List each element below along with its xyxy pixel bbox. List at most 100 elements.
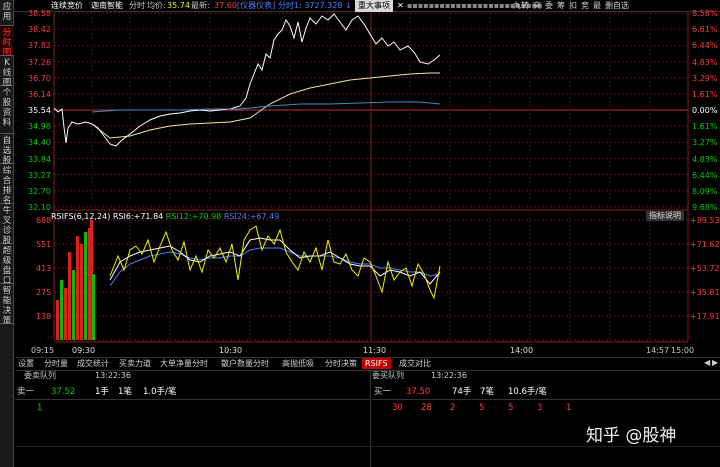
volume-tick-left: 413 (36, 264, 52, 273)
indicator-explain-button[interactable]: 指标说明 (646, 211, 684, 221)
queue-order: 3 (537, 403, 543, 413)
volume-bar (76, 236, 79, 340)
volume-tick-left: 138 (36, 312, 52, 321)
price-tick-left: 32.70 (28, 186, 51, 196)
queue-order: 1 (37, 403, 43, 413)
pct-tick-right: 3.29% (692, 73, 718, 83)
buy-one-label: 买一 (374, 387, 392, 397)
buy-one-row: 买一 37.50 74手 7笔 10.6手/笔 (372, 387, 720, 400)
pct-tick-right: 9.68% (692, 203, 718, 212)
bottom-tab-2[interactable]: 成交统计 (74, 358, 112, 369)
bottom-tab-0[interactable]: 设置 (15, 358, 37, 369)
rsi-tick-right: +35.81 (690, 288, 720, 297)
pct-tick-right: 4.83% (692, 57, 718, 67)
rsi12-line (109, 237, 441, 285)
queue-order: 5 (508, 403, 514, 413)
buy-queue-title[interactable]: 委买队列 (372, 370, 404, 382)
rsi6-label: RSI6: (112, 212, 134, 221)
pct-tick-right: 6.44% (692, 41, 718, 51)
volume-bar (68, 252, 71, 340)
volume-bar (92, 274, 95, 340)
rsi24-value: +67.49 (249, 212, 280, 221)
time-tick: 14:57 (646, 346, 670, 355)
pct-tick-right: 4.83% (692, 154, 718, 164)
bottom-tab-4[interactable]: 大单净量分时 (157, 358, 211, 369)
time-tick: 09:30 (72, 346, 96, 355)
pct-tick-right: 8.09% (692, 186, 718, 196)
price-tick-left: 34.98 (28, 122, 51, 132)
queue-panel (15, 370, 720, 467)
time-tick: 15:00 (671, 346, 695, 355)
queue-order: 28 (421, 403, 432, 413)
pct-tick-right: 3.27% (692, 138, 718, 148)
tab-scroll-right-icon[interactable]: ▶ (712, 357, 718, 368)
price-tick-left: 38.58 (28, 9, 51, 18)
average-price-line (91, 72, 440, 139)
volume-bar (72, 270, 75, 340)
pct-tick-right: 6.61% (692, 25, 718, 35)
queue-divider (370, 370, 371, 467)
price-tick-left: 36.14 (28, 89, 51, 99)
time-tick: 11:30 (363, 346, 387, 355)
rsi-tick-right: +17.91 (690, 312, 720, 321)
price-tick-left: 35.54 (28, 106, 51, 115)
indicator-name[interactable]: RSIFS(6,12,24) (51, 212, 110, 221)
volume-bar (84, 232, 87, 340)
price-tick-left: 33.27 (28, 170, 51, 180)
bottom-tab-1[interactable]: 分时量 (41, 358, 71, 369)
bottom-tab-9[interactable]: 成交对比 (396, 358, 434, 369)
sell-one-row: 卖一 37.52 1手 1笔 1.0手/笔 (15, 387, 370, 400)
volume-tick-left: 275 (36, 288, 52, 297)
tab-scroll-left-icon[interactable]: ◀ (704, 357, 710, 368)
queue-order: 2 (450, 403, 456, 413)
queue-order: 30 (392, 403, 403, 413)
buy-queue-list: 30 28 2 5 5 3 1 (372, 403, 720, 415)
chart-grid (53, 12, 689, 343)
sell-queue-title[interactable]: 委卖队列 (24, 370, 56, 382)
queue-footer-line (15, 446, 720, 447)
pct-tick-right: 0.00% (692, 106, 718, 115)
volume-bar (56, 300, 59, 340)
buy-one-orders: 7笔 (480, 387, 494, 397)
rsi6-value: +71.84 (133, 212, 164, 221)
rsi24-line (109, 247, 441, 287)
sell-one-label: 卖一 (17, 387, 35, 397)
volume-bars (56, 220, 95, 340)
buy-one-hands: 74手 (452, 387, 472, 397)
price-tick-left: 38.42 (28, 25, 51, 35)
bottom-tab-7[interactable]: 分时决策 (322, 358, 360, 369)
rsi24-label: RSI24: (223, 212, 250, 221)
rsi12-value: +70.98 (191, 212, 222, 221)
volume-tick-left: 688 (36, 216, 52, 225)
buy-queue-time: 13:22:36 (431, 371, 467, 380)
bottom-tab-3[interactable]: 买卖力道 (116, 358, 154, 369)
time-tick: 14:00 (510, 346, 534, 355)
price-tick-left: 37.26 (28, 57, 51, 67)
volume-tick-left: 551 (36, 240, 52, 249)
sell-queue-time: 13:22:36 (95, 371, 131, 380)
time-tick: 10:30 (219, 346, 243, 355)
rsi-tick-right: +71.62 (690, 240, 720, 249)
bottom-tab-5[interactable]: 散户数量分时 (218, 358, 272, 369)
watermark: 知乎 @股神 (586, 426, 677, 446)
sell-one-per: 1.0手/笔 (143, 387, 177, 397)
queue-order: 5 (479, 403, 485, 413)
pct-tick-right: 8.58% (692, 9, 718, 18)
queue-order: 1 (566, 403, 572, 413)
bottom-tab-8[interactable]: RSIFS (362, 358, 391, 369)
pct-tick-right: 1.61% (692, 89, 718, 99)
bottom-tab-bar: 设置 分时量 成交统计 买卖力道 大单净量分时 散户数量分时 高抛低吸 分时决策 RSIFS 成交… (15, 357, 720, 369)
sell-one-price: 37.52 (51, 387, 76, 397)
rsi12-label: RSI12: (165, 212, 192, 221)
sell-one-orders: 1笔 (118, 387, 132, 397)
rsi6-line (109, 225, 441, 300)
price-tick-left: 37.82 (28, 41, 51, 51)
time-tick: 09:15 (31, 346, 55, 355)
rsi-tick-right: +89.53 (690, 216, 720, 225)
volume-bar (64, 288, 67, 340)
sell-one-hands: 1手 (95, 387, 109, 397)
volume-bar (80, 244, 83, 340)
price-tick-left: 33.84 (28, 154, 51, 164)
sell-queue-list: 1 (15, 403, 370, 415)
bottom-tab-6[interactable]: 高抛低吸 (279, 358, 317, 369)
